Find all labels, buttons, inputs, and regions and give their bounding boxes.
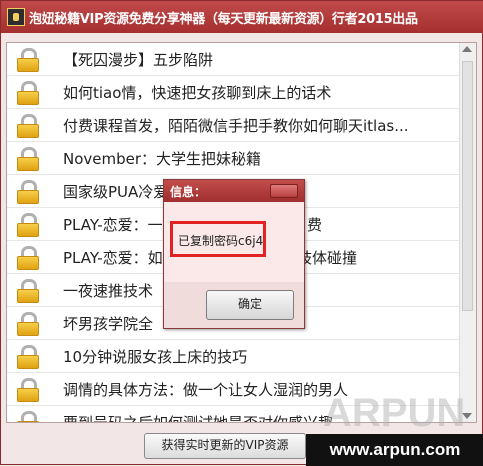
lock-icon (15, 378, 41, 402)
list-item[interactable]: 如何tiao情，快速把女孩聊到床上的话术 (7, 76, 462, 109)
dialog-body: 已复制密码c6j4 (164, 202, 304, 282)
lock-icon (15, 345, 41, 369)
dialog-close-button[interactable] (270, 184, 298, 198)
list-item-label: 【死囚漫步】五步陷阱 (63, 51, 214, 69)
list-item-label: PLAY-恋爱：一 (63, 216, 163, 234)
list-scrollbar[interactable] (459, 43, 476, 422)
lock-icon (15, 81, 41, 105)
list-item-label: 10分钟说服女孩上床的技巧 (63, 348, 248, 366)
list-item-label: 要到号码之后如何测试她是否对你感兴趣 (63, 414, 334, 423)
list-item-label: 国家级PUA冷爱 (63, 183, 169, 201)
lock-icon (15, 114, 41, 138)
list-item[interactable]: 10分钟说服女孩上床的技巧 (7, 340, 462, 373)
lock-icon (15, 312, 41, 336)
list-item-label: 如何tiao情，快速把女孩聊到床上的话术 (63, 84, 332, 102)
list-item-label: PLAY-恋爱：如 (63, 249, 163, 267)
lock-icon (15, 411, 41, 422)
list-item[interactable]: November：大学生把妹秘籍 (7, 142, 462, 175)
lock-icon (15, 213, 41, 237)
app-icon (7, 8, 25, 26)
dialog-ok-button[interactable]: 确定 (206, 290, 294, 320)
window-title: 泡妞秘籍VIP资源免费分享神器（每天更新最新资源）行者2015出品 (29, 12, 418, 27)
scroll-thumb[interactable] (462, 61, 473, 311)
lock-icon (15, 246, 41, 270)
list-item-label-tail: 费 (307, 216, 323, 234)
lock-icon (15, 147, 41, 171)
dialog-message-highlight: 已复制密码c6j4 (170, 221, 266, 257)
lock-icon (15, 180, 41, 204)
list-item-label: 调情的具体方法：做一个让女人湿润的男人 (63, 381, 349, 399)
lock-icon (15, 48, 41, 72)
list-item[interactable]: 付费课程首发，陌陌微信手把手教你如何聊天itlas... (7, 109, 462, 142)
watermark-text: ARPUN (323, 391, 466, 435)
list-item-label: 付费课程首发，陌陌微信手把手教你如何聊天itlas... (63, 117, 409, 135)
dialog-title: 信息： (170, 185, 207, 199)
site-url-badge: www.arpun.com (306, 434, 483, 466)
info-dialog: 信息： 已复制密码c6j4 确定 (163, 179, 305, 329)
main-window: 泡妞秘籍VIP资源免费分享神器（每天更新最新资源）行者2015出品 【死囚漫步】… (0, 0, 483, 466)
list-item-label: 一夜速推技术 (63, 282, 154, 300)
get-vip-resources-button[interactable]: 获得实时更新的VIP资源 (144, 433, 306, 459)
list-item[interactable]: 【死囚漫步】五步陷阱 (7, 43, 462, 76)
dialog-message: 已复制密码c6j4 (178, 234, 264, 248)
lock-icon (15, 279, 41, 303)
list-item-label: 坏男孩学院全 (63, 315, 154, 333)
list-item-label: November：大学生把妹秘籍 (63, 150, 262, 168)
list-item-label-tail: 肢体碰撞 (297, 249, 358, 267)
title-bar[interactable]: 泡妞秘籍VIP资源免费分享神器（每天更新最新资源）行者2015出品 (1, 1, 483, 33)
dialog-title-bar[interactable]: 信息： (164, 180, 304, 202)
scroll-up-arrow-icon[interactable] (462, 46, 472, 52)
